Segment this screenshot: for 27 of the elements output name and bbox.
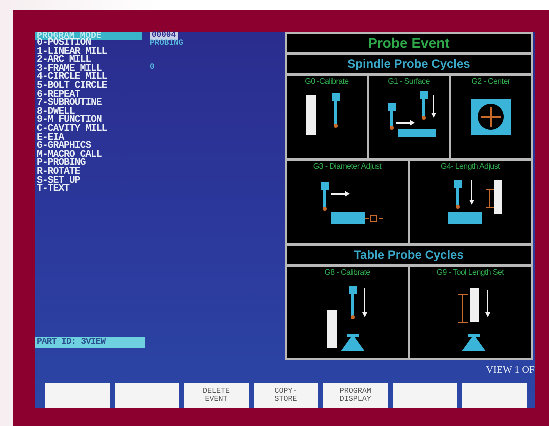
view-indicator: VIEW 1 OF <box>486 364 535 378</box>
softkey-button[interactable] <box>114 383 180 408</box>
program-number: 00004 <box>150 32 178 40</box>
cycle-label: G1 - Surface <box>388 77 430 87</box>
probe-cycle-tile[interactable]: G0 -Calibrate <box>287 76 369 158</box>
softkey-button[interactable] <box>462 383 528 408</box>
section-title: Spindle Probe Cycles <box>287 55 531 76</box>
cycle-label: G3 - Diameter Adjust <box>313 162 382 172</box>
probe-cycle-tile[interactable]: G4- Length Adjust <box>410 161 531 243</box>
probe-cycle-tile[interactable]: G9 - Tool Length Set <box>410 267 531 358</box>
softkey-button[interactable] <box>392 383 458 408</box>
part-id-field: PART ID: 3VIEW <box>35 337 145 348</box>
panel-title: Probe Event <box>287 34 531 55</box>
probe-cycle-tile[interactable]: G2 - Center <box>451 76 531 158</box>
probe-cycle-tile[interactable]: G3 - Diameter Adjust <box>287 161 410 243</box>
cycle-label: G8 - Calibrate <box>324 268 370 278</box>
cycle-label: G4- Length Adjust <box>441 162 500 172</box>
probe-cycle-tile[interactable]: G8 - Calibrate <box>287 267 410 358</box>
cycle-label: G9 - Tool Length Set <box>436 268 504 278</box>
softkey-button[interactable] <box>45 383 110 408</box>
program-status: PROBING <box>150 40 184 48</box>
cycle-label: G2 - Center <box>472 77 510 87</box>
section-title: Table Probe Cycles <box>287 246 531 267</box>
line-number: 0 <box>150 64 156 72</box>
cycle-label: G0 -Calibrate <box>305 77 349 87</box>
probe-cycle-tile[interactable]: G1 - Surface <box>369 76 451 158</box>
menu-item[interactable]: R-ROTATE <box>37 168 80 178</box>
